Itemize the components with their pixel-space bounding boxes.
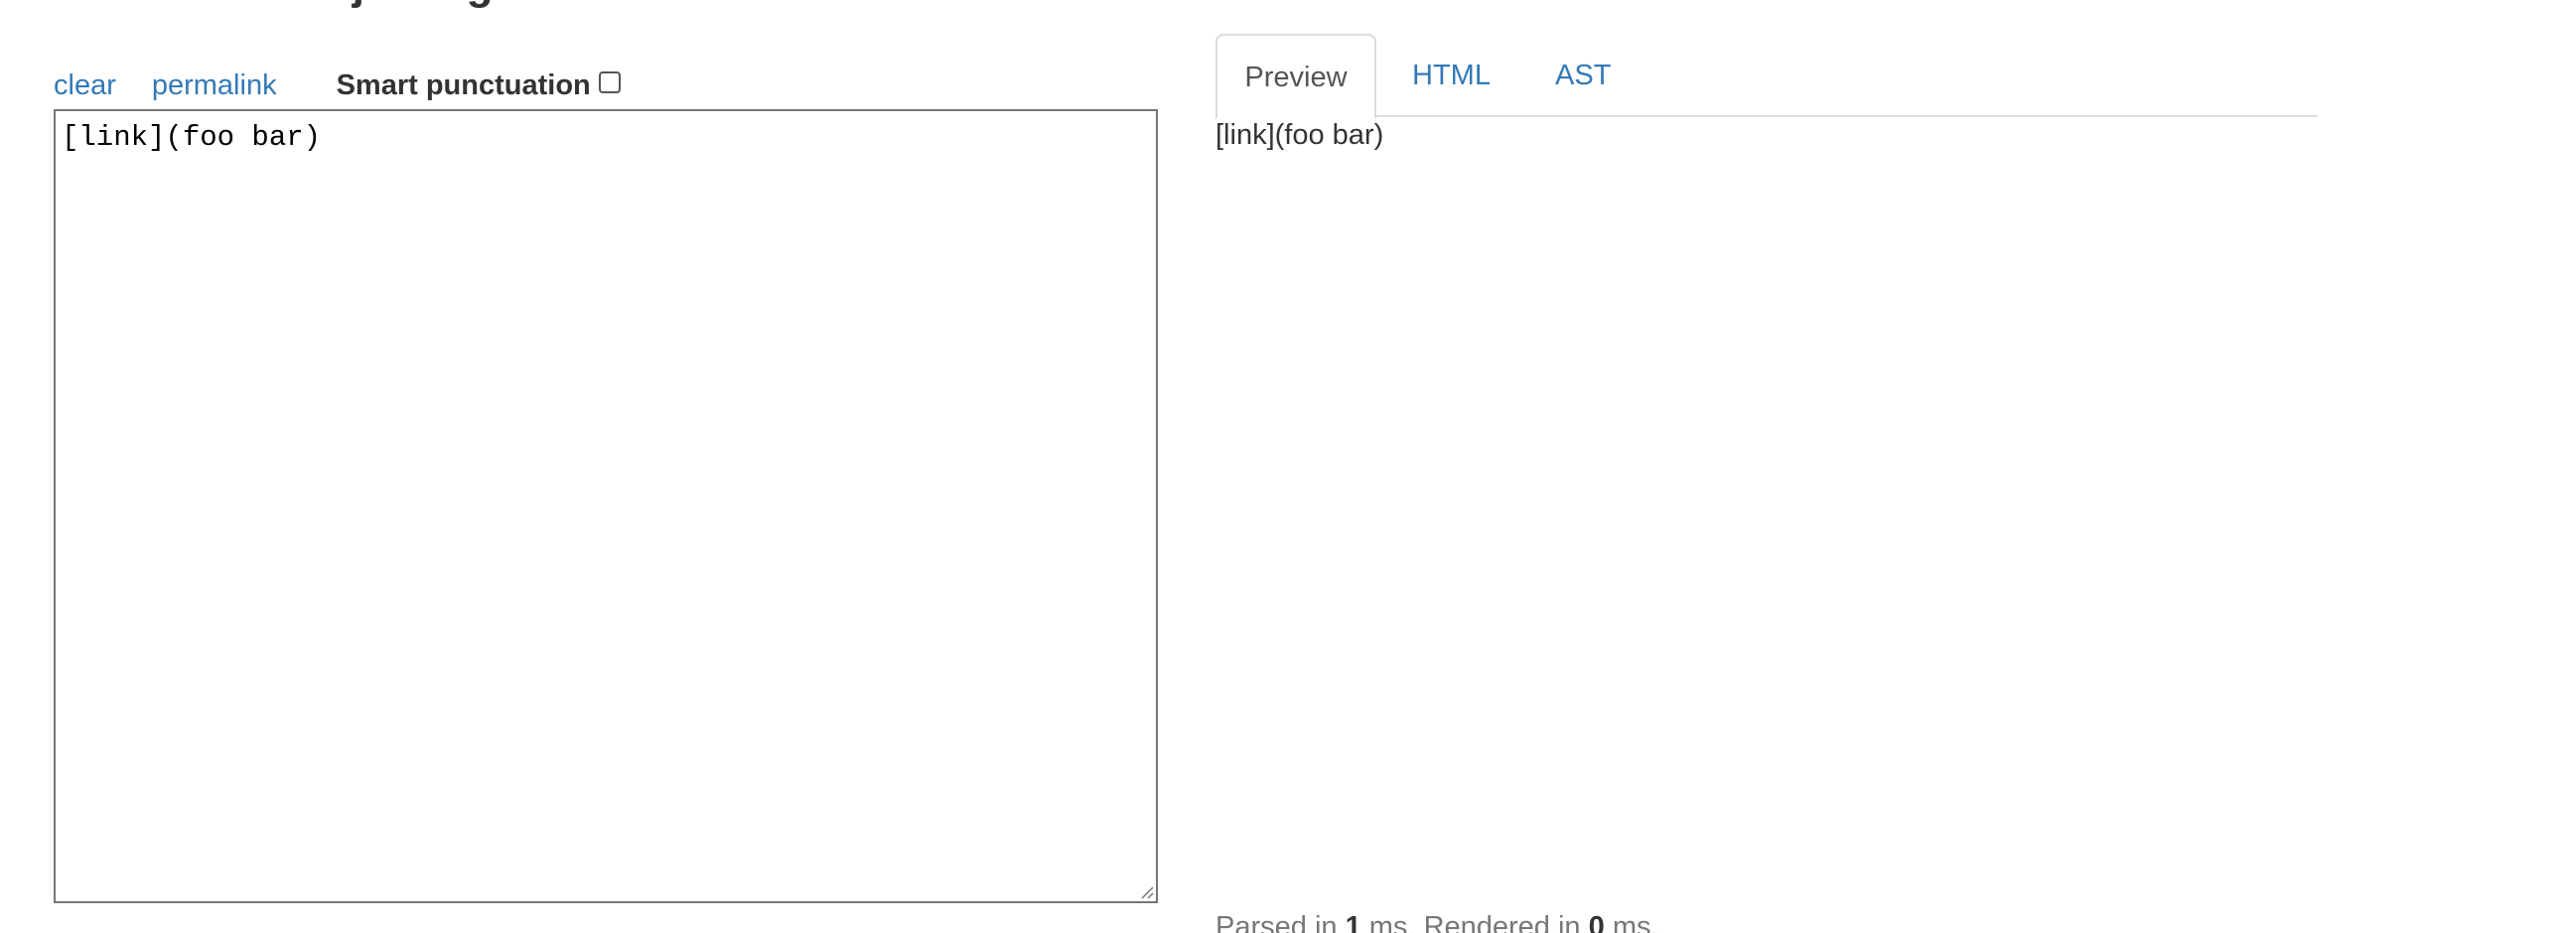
page-title: commonmark.js dingus: [54, 0, 544, 10]
tab-preview[interactable]: Preview: [1216, 34, 1376, 119]
parsed-prefix: Parsed in: [1216, 911, 1346, 933]
rendered-prefix: Rendered in: [1423, 911, 1589, 933]
markdown-input-text: [link](foo bar): [62, 121, 322, 154]
preview-output: [link](foo bar): [1216, 119, 1384, 151]
smart-punctuation-option[interactable]: Smart punctuation: [337, 69, 621, 102]
markdown-input[interactable]: [link](foo bar): [54, 109, 1158, 903]
smart-punctuation-label: Smart punctuation: [336, 68, 591, 101]
output-tabs: Preview HTML AST: [1216, 34, 2318, 119]
resize-grip-icon[interactable]: [1138, 883, 1154, 899]
dingus-page: commonmark.js dingus clear permalink Sma…: [0, 0, 2576, 933]
editor-toolbar: clear permalink Smart punctuation: [54, 64, 621, 107]
permalink-link[interactable]: permalink: [152, 69, 277, 102]
smart-punctuation-checkbox[interactable]: [598, 71, 621, 93]
timing-status: Parsed in 1 ms. Rendered in 0 ms.: [1216, 911, 1659, 933]
rendered-ms: 0: [1588, 911, 1605, 933]
parsed-suffix: ms.: [1360, 911, 1424, 933]
parsed-ms: 1: [1345, 911, 1361, 933]
tab-html[interactable]: HTML: [1412, 34, 1491, 117]
tab-ast[interactable]: AST: [1555, 34, 1611, 117]
rendered-suffix: ms.: [1604, 911, 1659, 933]
clear-link[interactable]: clear: [54, 69, 116, 102]
